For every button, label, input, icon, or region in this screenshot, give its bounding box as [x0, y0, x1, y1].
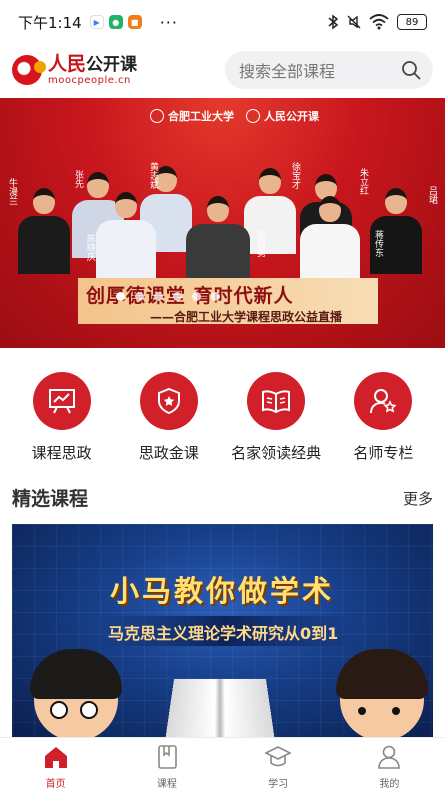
section-title: 精选课程: [12, 488, 89, 510]
nav-label: 首页: [45, 778, 66, 790]
search-placeholder: 搜索全部课程: [239, 62, 336, 81]
featured-course-card[interactable]: 小马教你做学术 马克思主义理论学术研究从0到1: [12, 524, 433, 737]
mute-icon: [347, 15, 361, 29]
battery-indicator: 89: [397, 14, 427, 30]
promo-banner[interactable]: 合肥工业大学 人民公开课 牛漫兰 张先 黄志斌 徐宝才 朱立红 吕珺 陈晓庆 梁…: [0, 98, 445, 348]
logo-mark-icon: [12, 55, 46, 85]
status-bar: 下午1:14 ▶ ● ■ ··· 89: [0, 0, 445, 44]
banner-pagination: [116, 292, 220, 301]
category-course-ideology[interactable]: 课程思政: [12, 372, 112, 463]
category-famous-teachers[interactable]: 名师专栏: [333, 372, 433, 463]
logo-main-text: 人民: [48, 52, 87, 75]
nav-label: 课程: [156, 778, 177, 790]
banner-logo-left: 合肥工业大学: [168, 110, 234, 123]
nav-home[interactable]: 首页: [16, 744, 96, 790]
banner-dot[interactable]: [154, 292, 163, 301]
logo-sub-text: 公开课: [86, 54, 138, 75]
search-icon[interactable]: [401, 60, 421, 80]
graduation-cap-icon: [265, 745, 292, 766]
search-input[interactable]: 搜索全部课程: [225, 51, 433, 89]
nav-courses[interactable]: 课程: [127, 744, 207, 790]
banner-name: 徐宝才: [290, 162, 300, 189]
open-book-illustration: [165, 679, 275, 737]
category-classics-reading[interactable]: 名家领读经典: [226, 372, 326, 463]
nav-label: 学习: [268, 778, 289, 790]
book-icon: [158, 744, 177, 769]
banner-dot[interactable]: [116, 292, 125, 301]
banner-dot[interactable]: [192, 292, 201, 301]
brand-logo[interactable]: 人民公开课 moocpeople.cn: [12, 52, 138, 86]
banner-logo-right: 人民公开课: [264, 110, 319, 123]
status-more-icon: ···: [159, 12, 178, 32]
chat-app-icon: ●: [108, 15, 123, 29]
cartoon-girl-illustration: [336, 649, 428, 737]
nav-mine[interactable]: 我的: [349, 744, 429, 790]
banner-person-1: [18, 188, 70, 274]
badge-shield-icon: [157, 387, 180, 415]
home-icon: [44, 746, 67, 768]
cartoon-boy-illustration: [30, 649, 122, 737]
more-link[interactable]: 更多: [403, 488, 433, 509]
banner-name: 张先: [73, 170, 83, 188]
teacher-star-icon: [370, 389, 397, 414]
course-subtitle: 马克思主义理论学术研究从0到1: [108, 624, 339, 643]
banner-name: 黄志斌: [148, 162, 158, 189]
bottom-navigation: 首页 课程 学习 我的: [0, 737, 445, 795]
category-label: 课程思政: [31, 444, 92, 462]
banner-name: 梁昌勇: [255, 230, 265, 257]
banner-dot[interactable]: [135, 292, 144, 301]
wifi-icon: [369, 14, 389, 30]
category-label: 思政金课: [138, 444, 199, 462]
banner-name: 吕珺: [427, 186, 437, 204]
play-store-icon: ▶: [89, 15, 104, 29]
university-emblem-icon: [150, 109, 164, 123]
status-time: 下午1:14: [18, 13, 82, 32]
banner-person-8: [186, 196, 250, 282]
brand-emblem-icon: [246, 109, 260, 123]
user-icon: [378, 745, 401, 769]
open-book-icon: [262, 390, 291, 414]
logo-url: moocpeople.cn: [48, 74, 131, 86]
banner-logos: 合肥工业大学 人民公开课: [150, 108, 319, 124]
banner-dot[interactable]: [173, 292, 182, 301]
bluetooth-icon: [328, 14, 339, 30]
orange-app-icon: ■: [127, 15, 142, 29]
category-grid: 课程思政 思政金课 名家领读经典 名师专栏: [0, 372, 445, 463]
category-golden-course[interactable]: 思政金课: [119, 372, 219, 463]
banner-name: 蒋传东: [373, 230, 383, 257]
banner-name: 朱立红: [358, 168, 368, 195]
banner-name: 牛漫兰: [7, 178, 17, 205]
banner-subtitle: ——合肥工业大学课程思政公益直播: [150, 310, 343, 324]
category-label: 名师专栏: [353, 444, 414, 462]
course-title: 小马教你做学术: [110, 574, 335, 608]
banner-person-9: [300, 196, 360, 282]
banner-name: 陈晓庆: [85, 234, 95, 261]
nav-study[interactable]: 学习: [238, 744, 318, 790]
status-indicators: 89: [327, 14, 427, 30]
app-header: 人民公开课 moocpeople.cn 搜索全部课程: [0, 44, 445, 96]
nav-label: 我的: [379, 778, 400, 790]
banner-person-7: [96, 192, 156, 278]
category-label: 名家领读经典: [231, 444, 322, 462]
presentation-board-icon: [48, 389, 75, 414]
status-app-icons: ▶ ● ■: [89, 15, 142, 29]
banner-dot[interactable]: [211, 292, 220, 301]
